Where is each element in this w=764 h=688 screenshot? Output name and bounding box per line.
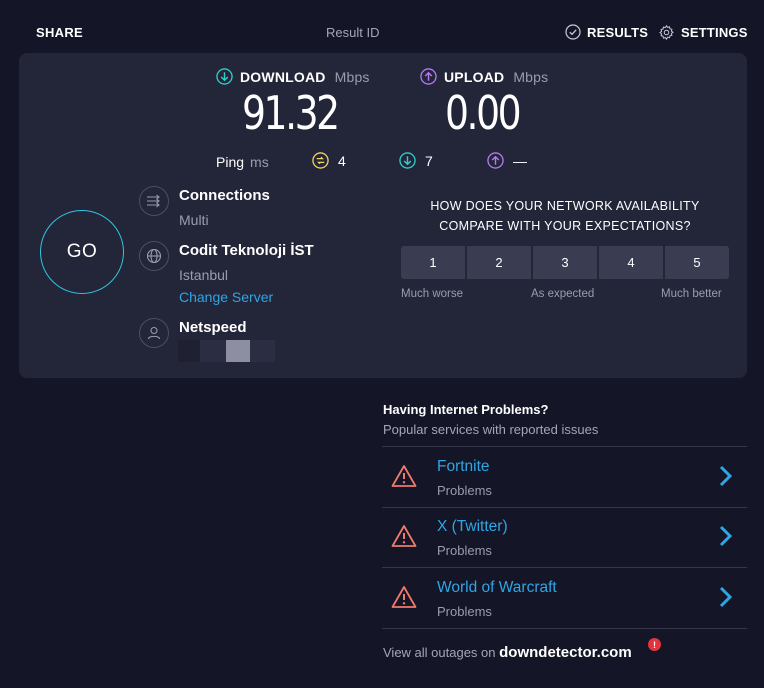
provider-name: Netspeed	[179, 319, 247, 336]
footer-text: View all outages on	[383, 645, 496, 660]
globe-icon	[139, 241, 169, 271]
scale-low-label: Much worse	[401, 288, 463, 300]
service-link-world-of-warcraft[interactable]: World of Warcraft	[437, 579, 557, 597]
arrow-down-circle-icon	[399, 152, 416, 169]
connections-label: Connections	[179, 187, 270, 204]
downdetector-brand[interactable]: downdetector.com	[499, 644, 632, 661]
settings-button[interactable]: SETTINGS	[658, 24, 748, 41]
download-unit: Mbps	[334, 68, 370, 85]
share-button[interactable]: SHARE	[36, 25, 83, 40]
download-value: 91.32	[242, 86, 340, 140]
service-status: Problems	[437, 483, 492, 498]
ping-idle: 4	[312, 152, 346, 169]
check-circle-icon	[565, 24, 581, 40]
ping-download: 7	[399, 152, 433, 169]
chevron-right-icon[interactable]	[716, 585, 734, 609]
result-id: Result ID	[326, 25, 380, 40]
ip-redacted-block	[178, 340, 200, 362]
connections-value: Multi	[179, 212, 209, 228]
upload-value: 0.00	[445, 86, 522, 140]
rating-option-5[interactable]: 5	[665, 246, 729, 279]
warning-triangle-icon	[391, 525, 417, 547]
download-header: DOWNLOAD Mbps	[216, 68, 370, 85]
warning-triangle-icon	[391, 586, 417, 608]
rating-scale: 1 2 3 4 5	[401, 246, 729, 279]
service-link-fortnite[interactable]: Fortnite	[437, 458, 490, 476]
server-city: Istanbul	[179, 267, 229, 283]
gear-icon	[659, 24, 674, 41]
warning-triangle-icon	[391, 465, 417, 487]
problems-subtitle: Popular services with reported issues	[383, 422, 599, 437]
rating-option-2[interactable]: 2	[467, 246, 531, 279]
upload-label: UPLOAD	[444, 68, 505, 85]
arrow-down-circle-icon	[216, 68, 233, 85]
chevron-right-icon[interactable]	[716, 524, 734, 548]
idle-latency-icon	[312, 152, 329, 169]
go-button[interactable]: GO	[40, 210, 124, 294]
service-status: Problems	[437, 604, 492, 619]
downdetector-footer[interactable]: View all outages on downdetector.com	[383, 644, 632, 661]
ip-redacted-block	[226, 340, 250, 362]
ping-upload: —	[487, 152, 527, 169]
rating-option-1[interactable]: 1	[401, 246, 465, 279]
upload-unit: Mbps	[513, 68, 549, 85]
user-icon	[139, 318, 169, 348]
change-server-link[interactable]: Change Server	[179, 289, 273, 305]
ping-label-group: Ping ms	[216, 154, 269, 170]
service-status: Problems	[437, 543, 492, 558]
ping-upload-value: —	[513, 152, 527, 169]
connections-icon	[139, 186, 169, 216]
divider	[382, 446, 747, 447]
rating-option-3[interactable]: 3	[533, 246, 597, 279]
scale-mid-label: As expected	[531, 288, 595, 300]
results-button[interactable]: RESULTS	[565, 24, 648, 40]
ip-redacted-block	[250, 340, 275, 362]
divider	[382, 567, 747, 568]
ping-download-value: 7	[425, 152, 433, 169]
divider	[382, 628, 747, 629]
ping-idle-value: 4	[338, 152, 346, 169]
upload-header: UPLOAD Mbps	[420, 68, 548, 85]
survey-question: HOW DOES YOUR NETWORK AVAILABILITY COMPA…	[430, 199, 700, 233]
settings-label: SETTINGS	[681, 25, 748, 40]
problems-title: Having Internet Problems?	[383, 402, 549, 417]
alert-dot-icon: !	[648, 638, 661, 651]
chevron-right-icon[interactable]	[716, 464, 734, 488]
arrow-up-circle-icon	[420, 68, 437, 85]
ip-redacted-block	[200, 340, 226, 362]
server-name: Codit Teknoloji İST	[179, 242, 314, 259]
download-label: DOWNLOAD	[240, 68, 326, 85]
ping-label: Ping	[216, 154, 245, 170]
divider	[382, 507, 747, 508]
arrow-up-circle-icon	[487, 152, 504, 169]
service-link-x-twitter[interactable]: X (Twitter)	[437, 518, 508, 536]
scale-high-label: Much better	[661, 288, 722, 300]
results-label: RESULTS	[587, 24, 649, 40]
ping-unit: ms	[250, 154, 269, 170]
rating-option-4[interactable]: 4	[599, 246, 663, 279]
